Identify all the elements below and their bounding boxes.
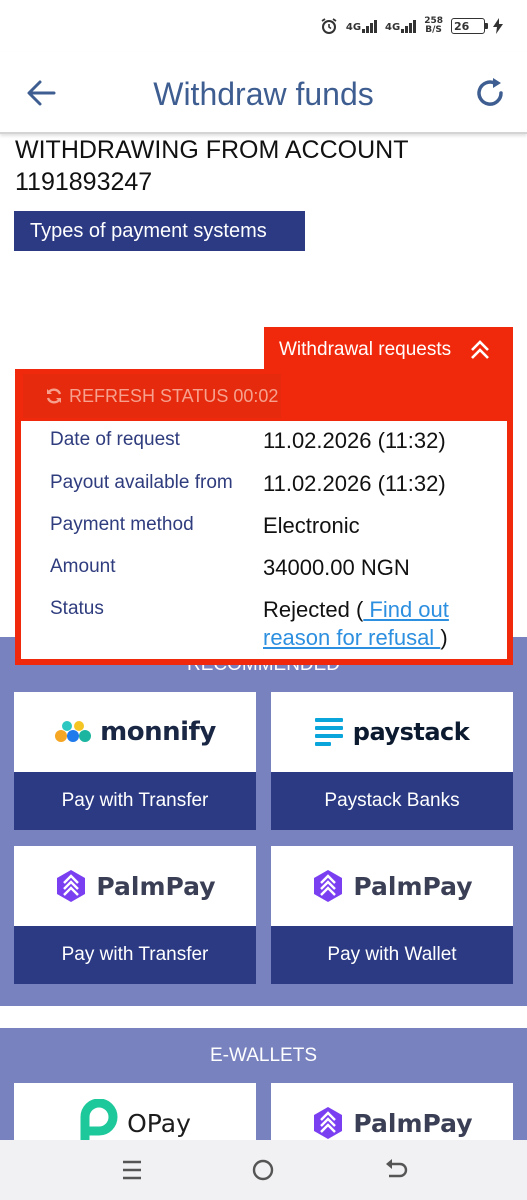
status-close: ) bbox=[440, 625, 448, 650]
system-navigation-bar bbox=[0, 1140, 527, 1200]
signal-1: 4G bbox=[345, 19, 378, 33]
sync-icon bbox=[46, 388, 62, 404]
app-header: Withdraw funds bbox=[0, 52, 527, 134]
system-status-bar: 4G 4G 258 B/S 26 bbox=[0, 0, 527, 52]
paystack-mark-icon bbox=[314, 718, 343, 746]
detail-label: Payout available from bbox=[50, 472, 233, 493]
pay-with-wallet-button[interactable]: Pay with Wallet bbox=[271, 926, 513, 984]
network-speed: 258 B/S bbox=[424, 17, 443, 35]
palmpay-mark-icon bbox=[57, 870, 86, 902]
signal-bars-icon bbox=[401, 19, 417, 33]
payment-card-paystack[interactable]: paystack Paystack Banks bbox=[271, 692, 513, 830]
paystack-logo: paystack bbox=[271, 692, 513, 772]
detail-label: Amount bbox=[50, 556, 116, 577]
payment-card-palmpay-wallet[interactable]: PalmPay Pay with Wallet bbox=[271, 846, 513, 984]
detail-label: Status bbox=[50, 598, 104, 619]
recent-apps-icon[interactable] bbox=[116, 1154, 148, 1186]
home-icon[interactable] bbox=[247, 1154, 279, 1186]
brand-name: OPay bbox=[127, 1108, 191, 1138]
brand-name: monnify bbox=[100, 717, 216, 747]
detail-label: Date of request bbox=[50, 429, 180, 450]
pay-with-transfer-button[interactable]: Pay with Transfer bbox=[14, 772, 256, 830]
palmpay-logo: PalmPay bbox=[14, 846, 256, 926]
back-nav-icon[interactable] bbox=[380, 1154, 412, 1186]
refresh-status-button[interactable]: REFRESH STATUS 00:02 bbox=[23, 374, 281, 418]
brand-name: PalmPay bbox=[96, 871, 216, 901]
signal-bars-icon bbox=[362, 19, 378, 33]
detail-value: Electronic bbox=[263, 513, 360, 538]
payment-card-monnify[interactable]: monnify Pay with Transfer bbox=[14, 692, 256, 830]
chevrons-up-icon bbox=[471, 339, 490, 359]
detail-value: 11.02.2026 (11:32) bbox=[263, 471, 446, 496]
section-label-ewallets: E-WALLETS bbox=[210, 1045, 317, 1066]
palmpay-logo: PalmPay bbox=[271, 846, 513, 926]
request-details: Date of request 11.02.2026 (11:32) Payou… bbox=[21, 421, 507, 659]
detail-value: 34000.00 NGN bbox=[263, 555, 410, 580]
status-text: Rejected ( bbox=[263, 597, 364, 622]
network-type-2: 4G bbox=[385, 22, 401, 33]
brand-name: PalmPay bbox=[353, 871, 473, 901]
signal-2: 4G bbox=[385, 19, 417, 33]
withdrawal-requests-toggle[interactable]: Withdrawal requests bbox=[264, 327, 513, 372]
palmpay-mark-icon bbox=[314, 1107, 343, 1139]
alarm-icon bbox=[321, 18, 337, 34]
battery-level: 26 bbox=[454, 19, 470, 33]
brand-name: PalmPay bbox=[353, 1108, 473, 1138]
recommended-section: RECOMMENDED monnify Pay with Transfer pa… bbox=[0, 637, 527, 1006]
detail-label: Payment method bbox=[50, 514, 194, 535]
pay-with-transfer-button[interactable]: Pay with Transfer bbox=[14, 926, 256, 984]
speed-unit: B/S bbox=[425, 25, 442, 35]
detail-value: 11.02.2026 (11:32) bbox=[263, 428, 446, 453]
charging-icon bbox=[493, 18, 503, 34]
brand-name: paystack bbox=[352, 718, 470, 746]
battery-icon: 26 bbox=[451, 18, 488, 34]
refresh-icon[interactable] bbox=[473, 76, 507, 110]
page-title: Withdraw funds bbox=[153, 76, 374, 112]
status-value: Rejected ( Find out reason for refusal ) bbox=[263, 596, 503, 652]
withdrawal-requests-label: Withdrawal requests bbox=[279, 338, 452, 360]
palmpay-mark-icon bbox=[314, 870, 343, 902]
paystack-banks-button[interactable]: Paystack Banks bbox=[271, 772, 513, 830]
withdrawal-requests-panel: REFRESH STATUS 00:02 Date of request 11.… bbox=[15, 369, 513, 665]
payment-system-types-button[interactable]: Types of payment systems bbox=[14, 211, 305, 251]
payment-card-palmpay-transfer[interactable]: PalmPay Pay with Transfer bbox=[14, 846, 256, 984]
monnify-logo: monnify bbox=[14, 692, 256, 772]
network-type-1: 4G bbox=[345, 22, 362, 33]
account-heading: WITHDRAWING FROM ACCOUNT 1191893247 bbox=[15, 136, 409, 196]
refresh-status-label: REFRESH STATUS 00:02 bbox=[69, 385, 279, 406]
monnify-mark-icon bbox=[55, 721, 92, 742]
